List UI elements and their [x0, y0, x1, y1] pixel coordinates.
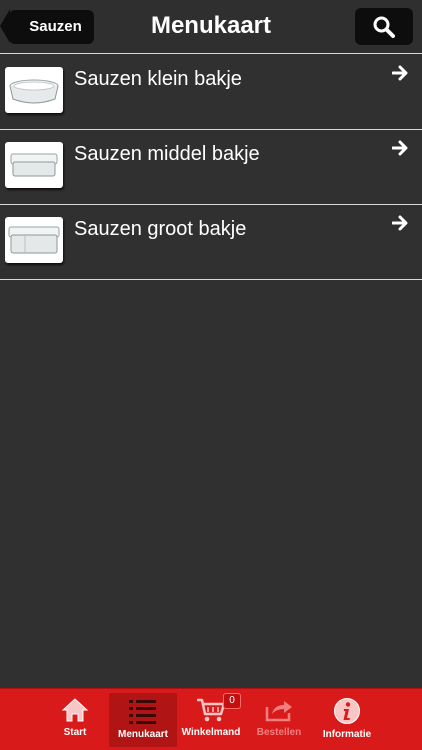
arrow-right-icon: [392, 140, 408, 156]
menu-list: Sauzen klein bakje Sauzen middel bakje S…: [0, 55, 422, 280]
home-icon: [61, 698, 89, 722]
share-icon: [265, 701, 292, 722]
search-button[interactable]: [355, 8, 413, 45]
product-thumbnail: [5, 142, 63, 188]
tab-bestellen[interactable]: Bestellen: [245, 689, 313, 750]
nav-bar: Sauzen Menukaart: [0, 0, 422, 54]
arrow-right-icon: [392, 215, 408, 231]
item-label: Sauzen klein bakje: [74, 68, 242, 90]
tab-label: Start: [63, 727, 87, 738]
product-thumbnail: [5, 217, 63, 263]
cart-icon: [197, 698, 226, 722]
tab-informatie[interactable]: Informatie: [313, 689, 381, 750]
list-icon: [129, 700, 156, 724]
item-label: Sauzen groot bakje: [74, 218, 247, 240]
arrow-right-icon: [392, 65, 408, 81]
tab-label: Menukaart: [117, 729, 168, 740]
tab-label: Bestellen: [256, 727, 302, 738]
list-item[interactable]: Sauzen klein bakje: [0, 55, 422, 130]
list-item[interactable]: Sauzen groot bakje: [0, 205, 422, 280]
tab-winkelmand[interactable]: 0 Winkelmand: [177, 689, 245, 750]
search-icon: [373, 16, 395, 38]
product-thumbnail: [5, 67, 63, 113]
tab-menukaart[interactable]: Menukaart: [109, 693, 177, 747]
tab-label: Winkelmand: [181, 727, 241, 738]
list-item[interactable]: Sauzen middel bakje: [0, 130, 422, 205]
cart-count-badge: 0: [223, 693, 241, 709]
tab-start[interactable]: Start: [41, 689, 109, 750]
info-icon: [334, 698, 360, 724]
tab-label: Informatie: [322, 729, 372, 740]
item-label: Sauzen middel bakje: [74, 143, 260, 165]
tab-bar: Start Menukaart 0 Winkelmand Bestellen I…: [0, 688, 422, 750]
